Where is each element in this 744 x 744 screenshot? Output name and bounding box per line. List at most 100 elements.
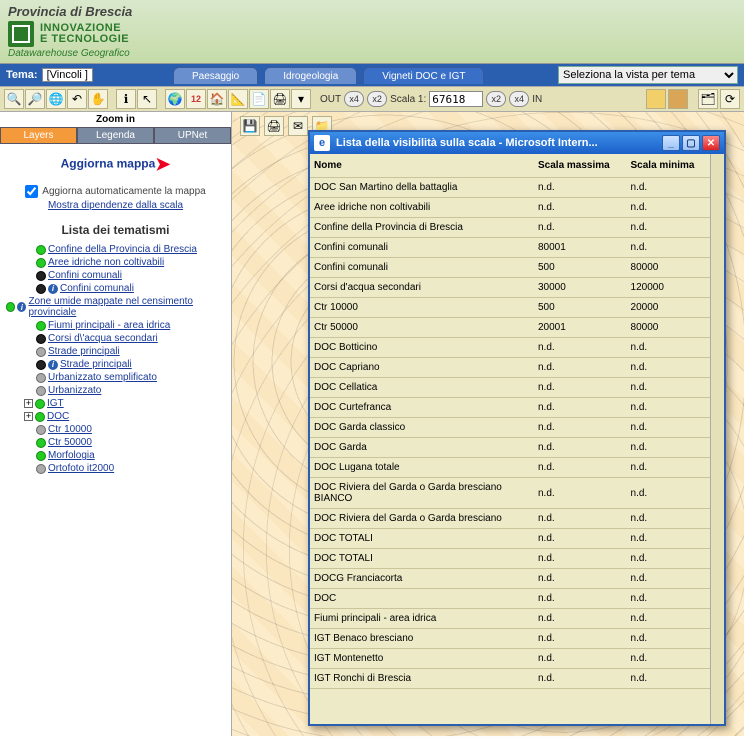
- layer-label[interactable]: DOC: [47, 411, 69, 422]
- arrow-right-icon: ➤: [155, 154, 170, 174]
- popup-body[interactable]: Nome Scala massima Scala minima DOC San …: [310, 154, 710, 724]
- info-icon[interactable]: i: [48, 284, 58, 294]
- cursor-icon[interactable]: ↖: [137, 89, 157, 109]
- tree-node[interactable]: Confini comunali: [6, 269, 225, 282]
- tab-idrogeologia[interactable]: Idrogeologia: [264, 67, 357, 84]
- tree-node[interactable]: iZone umide mappate nel censimento provi…: [6, 295, 225, 319]
- table-row: DOC Botticinon.d.n.d.: [310, 338, 710, 358]
- zoom-prev-icon[interactable]: ↶: [67, 89, 87, 109]
- table-row: DOC TOTALIn.d.n.d.: [310, 529, 710, 549]
- table-row: DOC Riviera del Garda o Garda brescianon…: [310, 509, 710, 529]
- out-x2-button[interactable]: x2: [367, 91, 387, 107]
- n12-icon[interactable]: 12: [186, 89, 206, 109]
- tree-node[interactable]: Urbanizzato semplificato: [6, 371, 225, 384]
- zoom-in-icon[interactable]: 🔍: [4, 89, 24, 109]
- tree-node[interactable]: Strade principali: [6, 345, 225, 358]
- tree-node[interactable]: Ortofoto it2000: [6, 462, 225, 475]
- scale-input[interactable]: [429, 91, 483, 107]
- layers-icon[interactable]: 🗂: [698, 89, 718, 109]
- popup-titlebar[interactable]: e Lista della visibilità sulla scala - M…: [310, 132, 724, 154]
- table-row: Confine della Provincia di Brescian.d.n.…: [310, 218, 710, 238]
- close-button[interactable]: ✕: [702, 135, 720, 151]
- layer-label[interactable]: Strade principali: [60, 359, 132, 370]
- zoom-out-icon[interactable]: 🔎: [25, 89, 45, 109]
- pan-icon[interactable]: ✋: [88, 89, 108, 109]
- scale-popup-window: e Lista della visibilità sulla scala - M…: [308, 130, 726, 726]
- theme-tabs: Paesaggio Idrogeologia Vigneti DOC e IGT: [173, 67, 485, 84]
- tree-node[interactable]: + DOC: [6, 410, 225, 423]
- info-icon[interactable]: i: [17, 302, 26, 312]
- in-label: IN: [532, 94, 542, 105]
- auto-refresh-checkbox[interactable]: [25, 185, 38, 198]
- layer-label[interactable]: Morfologia: [48, 450, 95, 461]
- logo-line2: E TECNOLOGIE: [40, 34, 129, 45]
- layer-label[interactable]: Zone umide mappate nel censimento provin…: [28, 296, 225, 318]
- layer-dot-icon: [36, 386, 46, 396]
- tree-node[interactable]: Ctr 10000: [6, 423, 225, 436]
- layer-label[interactable]: Confini comunali: [48, 270, 122, 281]
- ruler-icon[interactable]: 📐: [228, 89, 248, 109]
- aggiorna-button[interactable]: Aggiorna mappa➤: [61, 154, 171, 175]
- layer-label[interactable]: Urbanizzato semplificato: [48, 372, 157, 383]
- tree-node[interactable]: + IGT: [6, 397, 225, 410]
- tree-node[interactable]: Confine della Provincia di Brescia: [6, 243, 225, 256]
- tree-node[interactable]: Ctr 50000: [6, 436, 225, 449]
- info-icon[interactable]: i: [48, 360, 58, 370]
- scale-label: Scala 1:: [390, 94, 426, 105]
- deps-link[interactable]: Mostra dipendenze dalla scala: [48, 200, 183, 211]
- layer-label[interactable]: Ctr 50000: [48, 437, 92, 448]
- layer-label[interactable]: Ctr 10000: [48, 424, 92, 435]
- zoom-extent-icon[interactable]: 🌐: [46, 89, 66, 109]
- layer-label[interactable]: Aree idriche non coltivabili: [48, 257, 164, 268]
- tree-node[interactable]: Morfologia: [6, 449, 225, 462]
- home-icon[interactable]: 🏠: [207, 89, 227, 109]
- tree-node[interactable]: Urbanizzato: [6, 384, 225, 397]
- table-row: DOCG Franciacortan.d.n.d.: [310, 569, 710, 589]
- vista-select[interactable]: Seleziona la vista per tema: [558, 66, 738, 84]
- tree-node[interactable]: Aree idriche non coltivabili: [6, 256, 225, 269]
- in-x4-button[interactable]: x4: [509, 91, 529, 107]
- print-icon[interactable]: 🖨: [270, 89, 290, 109]
- layer-label[interactable]: Confini comunali: [60, 283, 134, 294]
- layer-tree: Confine della Provincia di Brescia Aree i…: [0, 243, 231, 481]
- tree-node[interactable]: Fiumi principali - area idrica: [6, 319, 225, 332]
- map-print-icon[interactable]: 🖨: [264, 116, 284, 136]
- pdf-icon[interactable]: 📄: [249, 89, 269, 109]
- left-tab-legenda[interactable]: Legenda: [77, 127, 154, 144]
- palette2-icon[interactable]: [668, 89, 688, 109]
- layer-label[interactable]: Strade principali: [48, 346, 120, 357]
- popup-scrollbar[interactable]: [710, 154, 724, 724]
- layer-label[interactable]: Confine della Provincia di Brescia: [48, 244, 197, 255]
- globe-icon[interactable]: 🌍: [165, 89, 185, 109]
- tab-paesaggio[interactable]: Paesaggio: [173, 67, 258, 84]
- out-x4-button[interactable]: x4: [344, 91, 364, 107]
- palette1-icon[interactable]: [646, 89, 666, 109]
- left-tab-upnet[interactable]: UPNet: [154, 127, 231, 144]
- chevron-down-icon[interactable]: ▾: [291, 89, 311, 109]
- layer-label[interactable]: IGT: [47, 398, 64, 409]
- tab-vigneti[interactable]: Vigneti DOC e IGT: [363, 67, 484, 84]
- tree-node[interactable]: iStrade principali: [6, 358, 225, 371]
- layer-label[interactable]: Ortofoto it2000: [48, 463, 114, 474]
- maximize-button[interactable]: ▢: [682, 135, 700, 151]
- layer-dot-icon: [36, 438, 46, 448]
- logo-icon: [8, 21, 34, 47]
- layer-label[interactable]: Fiumi principali - area idrica: [48, 320, 170, 331]
- in-x2-button[interactable]: x2: [486, 91, 506, 107]
- table-row: Ctr 1000050020000: [310, 298, 710, 318]
- layer-dot-icon: [36, 464, 46, 474]
- identify-icon[interactable]: ℹ: [116, 89, 136, 109]
- left-tab-layers[interactable]: Layers: [0, 127, 77, 144]
- tree-node[interactable]: Corsi d\'acqua secondari: [6, 332, 225, 345]
- map-save-icon[interactable]: 💾: [240, 116, 260, 136]
- expand-icon[interactable]: +: [24, 412, 33, 421]
- tema-label: Tema:: [6, 69, 38, 81]
- layer-label[interactable]: Urbanizzato: [48, 385, 101, 396]
- refresh-icon[interactable]: ⟳: [720, 89, 740, 109]
- layer-dot-icon: [36, 425, 46, 435]
- tree-node[interactable]: iConfini comunali: [6, 282, 225, 295]
- minimize-button[interactable]: _: [662, 135, 680, 151]
- expand-icon[interactable]: +: [24, 399, 33, 408]
- layer-label[interactable]: Corsi d\'acqua secondari: [48, 333, 158, 344]
- map-mail-icon[interactable]: ✉: [288, 116, 308, 136]
